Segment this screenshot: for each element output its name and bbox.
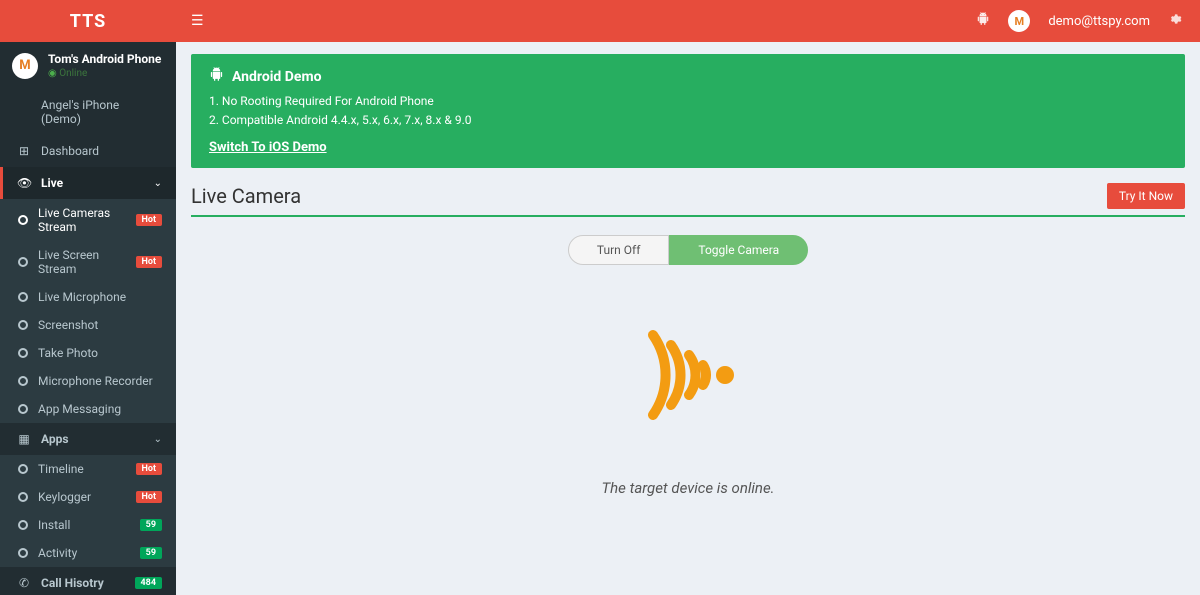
user-email[interactable]: demo@ttspy.com: [1048, 14, 1150, 29]
apps-icon: ▦: [17, 432, 31, 446]
sidebar-item-live-mic[interactable]: Live Microphone: [0, 283, 176, 311]
banner-line: 2. Compatible Android 4.4.x, 5.x, 6.x, 7…: [209, 111, 1167, 130]
sidebar-item-live-screen[interactable]: Live Screen Stream Hot: [0, 241, 176, 283]
sidebar-item-timeline[interactable]: Timeline Hot: [0, 455, 176, 483]
sidebar-section-live[interactable]: 👁 Live ⌄: [0, 167, 176, 199]
user-avatar[interactable]: M: [1008, 10, 1030, 32]
chevron-down-icon: ⌄: [154, 178, 162, 189]
menu-toggle-icon[interactable]: ☰: [191, 13, 204, 29]
sidebar-item-mic-recorder[interactable]: Microphone Recorder: [0, 367, 176, 395]
turn-off-button[interactable]: Turn Off: [568, 235, 670, 265]
page-title: Live Camera: [191, 184, 301, 208]
switch-demo-link[interactable]: Switch To iOS Demo: [209, 140, 327, 155]
sidebar-item-keylogger[interactable]: Keylogger Hot: [0, 483, 176, 511]
main-content: Android Demo 1. No Rooting Required For …: [176, 42, 1200, 595]
sidebar-item-activity[interactable]: Activity 59: [0, 539, 176, 567]
toggle-camera-button[interactable]: Toggle Camera: [669, 235, 808, 265]
device-avatar: M: [12, 53, 38, 79]
bullet-icon: [18, 292, 28, 302]
bullet-icon: [18, 348, 28, 358]
bullet-icon: [18, 320, 28, 330]
bullet-icon: [18, 257, 28, 267]
device-name: Tom's Android Phone: [48, 52, 161, 66]
settings-icon[interactable]: [1168, 12, 1182, 30]
bullet-icon: [18, 215, 28, 225]
bullet-icon: [18, 404, 28, 414]
try-it-now-button[interactable]: Try It Now: [1107, 183, 1185, 209]
device-online-status: The target device is online.: [191, 479, 1185, 497]
bullet-icon: [18, 492, 28, 502]
android-icon: [209, 67, 224, 86]
sidebar-item-demo-device[interactable]: Angel's iPhone (Demo): [0, 89, 176, 135]
chevron-down-icon: ⌄: [154, 434, 162, 445]
sidebar-item-live-cameras[interactable]: Live Cameras Stream Hot: [0, 199, 176, 241]
phone-icon: ✆: [17, 576, 31, 590]
sidebar: M Tom's Android Phone ◉ Online Angel's i…: [0, 42, 176, 595]
sidebar-item-call-history[interactable]: ✆ Call Hisotry 484: [0, 567, 176, 595]
signal-icon: [633, 325, 743, 429]
top-bar: TTS ☰ M demo@ttspy.com: [0, 0, 1200, 42]
dashboard-icon: ⊞: [17, 144, 31, 158]
sidebar-section-apps[interactable]: ▦ Apps ⌄: [0, 423, 176, 455]
demo-banner: Android Demo 1. No Rooting Required For …: [191, 54, 1185, 168]
device-header: M Tom's Android Phone ◉ Online: [0, 42, 176, 89]
brand-logo[interactable]: TTS: [0, 11, 176, 32]
live-icon: 👁: [17, 176, 31, 190]
bullet-icon: [18, 548, 28, 558]
sidebar-item-take-photo[interactable]: Take Photo: [0, 339, 176, 367]
sidebar-item-screenshot[interactable]: Screenshot: [0, 311, 176, 339]
banner-line: 1. No Rooting Required For Android Phone: [209, 92, 1167, 111]
device-status: ◉ Online: [48, 68, 161, 79]
bullet-icon: [18, 376, 28, 386]
sidebar-item-app-messaging[interactable]: App Messaging: [0, 395, 176, 423]
bullet-icon: [18, 520, 28, 530]
sidebar-item-install[interactable]: Install 59: [0, 511, 176, 539]
android-icon[interactable]: [976, 12, 990, 30]
sidebar-item-dashboard[interactable]: ⊞ Dashboard: [0, 135, 176, 167]
divider: [191, 215, 1185, 217]
bullet-icon: [18, 464, 28, 474]
